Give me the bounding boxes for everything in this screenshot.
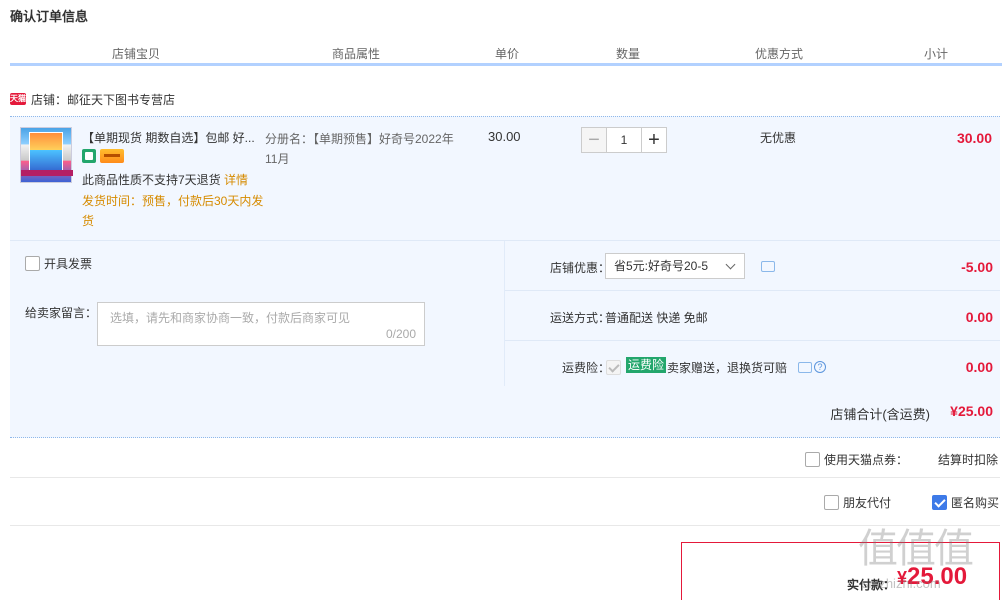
shop-discount-select[interactable]: 省5元:好奇号20-5 bbox=[605, 253, 745, 279]
anonymous-checkbox[interactable] bbox=[932, 495, 947, 510]
unit-price: 30.00 bbox=[488, 129, 521, 144]
product-title[interactable]: 【单期现货 期数自选】包邮 好... bbox=[82, 129, 262, 146]
page-title: 确认订单信息 bbox=[10, 9, 89, 24]
final-label: 实付款： bbox=[847, 578, 896, 592]
friend-pay-option[interactable]: 朋友代付 bbox=[824, 494, 891, 511]
shop-discount-amount: -5.00 bbox=[961, 259, 993, 275]
return-policy-text: 此商品性质不支持7天退货 bbox=[82, 173, 221, 187]
coupon-label: 使用天猫点券： bbox=[824, 453, 909, 467]
shop-name[interactable]: 店铺：邮征天下图书专营店 bbox=[31, 91, 175, 108]
column-headers: 店铺宝贝 商品属性 单价 数量 优惠方式 小计 bbox=[10, 42, 1002, 66]
message-input[interactable]: 选填，请先和商家协商一致，付款后商家可见 0/200 bbox=[97, 302, 425, 346]
column-header-discount: 优惠方式 bbox=[754, 47, 803, 61]
ship-time: 发货时间：预售，付款后30天内发货 bbox=[82, 194, 264, 228]
help-icon[interactable]: ? bbox=[814, 361, 826, 373]
insurance-label: 运费险： bbox=[561, 361, 610, 375]
green-badge-icon bbox=[82, 149, 96, 163]
chevron-down-icon bbox=[725, 259, 736, 270]
coupon-row: 使用天猫点券： 结算时扣除 bbox=[10, 438, 1000, 478]
shop-total-value: ¥25.00 bbox=[950, 403, 993, 419]
message-label: 给卖家留言： bbox=[25, 306, 98, 320]
order-item: 【单期现货 期数自选】包邮 好... 此商品性质不支持7天退货 详情 发货时间：… bbox=[10, 116, 1000, 240]
product-badges bbox=[82, 149, 124, 163]
chat-icon[interactable] bbox=[798, 362, 812, 373]
item-subtotal: 30.00 bbox=[956, 130, 992, 146]
card-icon bbox=[100, 149, 124, 163]
shipping-row: 运送方式： 普通配送 快递 免邮 0.00 bbox=[505, 291, 1000, 341]
shop-discount-row: 店铺优惠： 省5元:好奇号20-5 -5.00 bbox=[505, 241, 1000, 291]
column-header-item: 店铺宝贝 bbox=[111, 47, 160, 61]
product-attribute: 分册名：【单期预售】好奇号2022年11月 bbox=[265, 132, 454, 166]
column-header-price: 单价 bbox=[494, 47, 519, 61]
quantity-stepper: − 1 + bbox=[581, 127, 667, 153]
chat-icon[interactable] bbox=[761, 261, 775, 272]
insurance-tag: 运费险 bbox=[626, 357, 667, 373]
column-header-attr: 商品属性 bbox=[331, 47, 380, 61]
shop-discount-label: 店铺优惠： bbox=[549, 261, 610, 275]
decrease-button[interactable]: − bbox=[581, 127, 607, 153]
shipping-label: 运送方式： bbox=[549, 311, 610, 325]
anonymous-option[interactable]: 匿名购买 bbox=[932, 494, 999, 511]
message-count: 0/200 bbox=[385, 327, 416, 341]
column-header-qty: 数量 bbox=[615, 47, 640, 61]
invoice-checkbox[interactable] bbox=[25, 256, 40, 271]
shop-discount-value: 省5元:好奇号20-5 bbox=[614, 259, 709, 273]
tmall-icon: 天猫 bbox=[10, 93, 26, 105]
column-header-subtotal: 小计 bbox=[923, 47, 948, 61]
final-amount-value: 25.00 bbox=[907, 563, 968, 590]
friend-pay-checkbox[interactable] bbox=[824, 495, 839, 510]
product-thumbnail[interactable] bbox=[20, 127, 73, 183]
shop-row: 天猫 店铺：邮征天下图书专营店 bbox=[10, 88, 175, 110]
final-amount: ¥25.00 bbox=[897, 563, 967, 591]
shop-total-row: 店铺合计(含运费) ¥25.00 bbox=[10, 386, 1000, 438]
shipping-amount: 0.00 bbox=[965, 309, 993, 325]
quantity-input[interactable]: 1 bbox=[607, 127, 641, 153]
order-options: 开具发票 给卖家留言： 选填，请先和商家协商一致，付款后商家可见 0/200 店… bbox=[10, 240, 1000, 387]
insurance-text: 卖家赠送，退换货可赔 bbox=[667, 361, 788, 375]
item-discount: 无优惠 bbox=[760, 131, 797, 145]
insurance-amount: 0.00 bbox=[965, 359, 993, 375]
shop-total-label: 店铺合计(含运费) bbox=[830, 407, 930, 422]
invoice-option[interactable]: 开具发票 bbox=[25, 255, 92, 272]
final-payment-box: 实付款： ¥25.00 bbox=[681, 542, 1000, 600]
payment-options-row: 朋友代付 匿名购买 bbox=[10, 478, 1000, 526]
invoice-label: 开具发票 bbox=[44, 257, 93, 271]
insurance-row: 运费险： 运费险 卖家赠送，退换货可赔 ? 0.00 bbox=[505, 341, 1000, 387]
return-policy: 此商品性质不支持7天退货 详情 bbox=[82, 171, 248, 188]
coupon-checkbox[interactable] bbox=[805, 452, 820, 467]
return-policy-link[interactable]: 详情 bbox=[224, 173, 248, 187]
coupon-note: 结算时扣除 bbox=[937, 453, 998, 467]
increase-button[interactable]: + bbox=[641, 127, 667, 153]
currency-symbol: ¥ bbox=[897, 568, 908, 588]
anonymous-label: 匿名购买 bbox=[951, 496, 1000, 510]
friend-pay-label: 朋友代付 bbox=[843, 496, 892, 510]
insurance-checkbox bbox=[606, 360, 621, 376]
message-placeholder: 选填，请先和商家协商一致，付款后商家可见 bbox=[110, 311, 351, 325]
shipping-value: 普通配送 快递 免邮 bbox=[605, 311, 708, 325]
coupon-option[interactable]: 使用天猫点券： bbox=[805, 451, 908, 468]
